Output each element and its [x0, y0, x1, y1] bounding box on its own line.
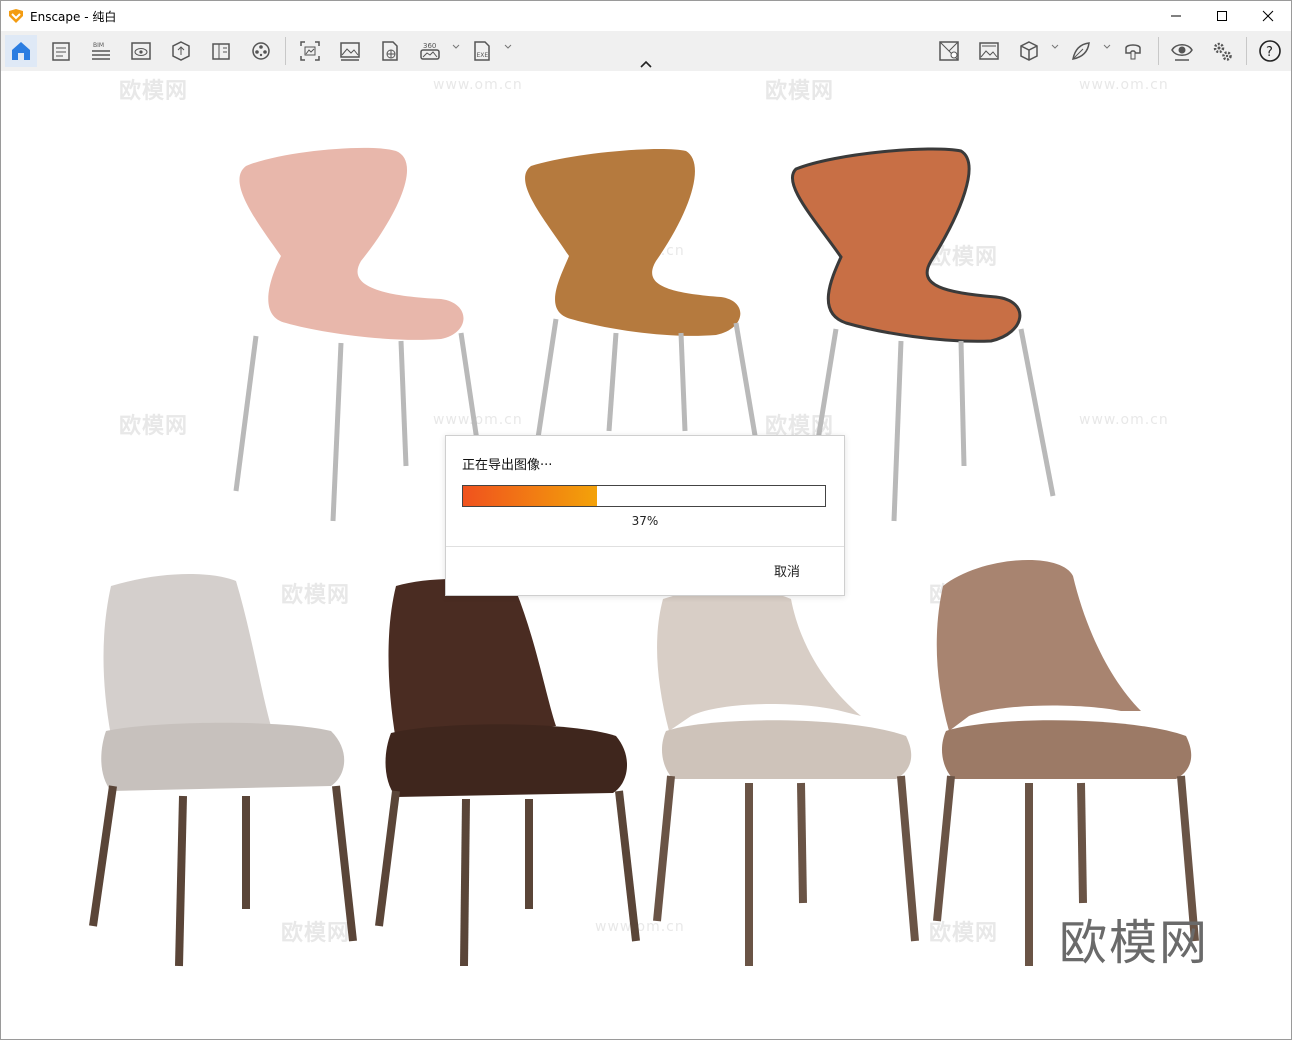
cancel-button[interactable]: 取消	[774, 561, 800, 580]
minimize-icon	[1171, 15, 1181, 17]
enscape-logo-icon	[9, 9, 23, 23]
progress-percent: 37%	[631, 514, 659, 528]
minimize-button[interactable]	[1153, 1, 1199, 31]
web-standalone-icon	[382, 41, 398, 61]
cube-view-icon	[1020, 41, 1038, 61]
progress-fill	[463, 486, 597, 506]
material-editor-icon	[212, 43, 230, 60]
close-button[interactable]	[1245, 1, 1291, 31]
video-editor-icon	[252, 42, 270, 60]
enscape-window: Enscape - 纯白 BIM 360 EXE ? 欧模网 www.om.cn…	[0, 0, 1292, 1040]
svg-text:?: ?	[1266, 45, 1273, 60]
home-button[interactable]	[5, 35, 37, 67]
chair-grey	[89, 574, 357, 967]
svg-text:BIM: BIM	[93, 42, 104, 49]
chevron-down-icon[interactable]	[1051, 43, 1059, 51]
cube-view-button[interactable]	[1013, 35, 1045, 67]
toolbar-divider	[285, 37, 286, 65]
batch-render-icon	[340, 42, 360, 61]
settings-button[interactable]	[1206, 35, 1238, 67]
eye-visual-settings-icon	[1171, 44, 1193, 61]
window-title: Enscape - 纯白	[30, 10, 117, 24]
home-icon	[12, 42, 30, 60]
document-settings-icon	[52, 42, 70, 61]
export-progress-dialog: 正在导出图像··· 37% 取消	[445, 435, 845, 596]
eye-visual-settings-button[interactable]	[1166, 35, 1198, 67]
toolbar-divider	[1158, 37, 1159, 65]
feather-light-button[interactable]	[1065, 35, 1097, 67]
chevron-down-icon[interactable]	[504, 43, 512, 51]
toolbar: BIM 360 EXE ?	[1, 31, 1291, 71]
chevron-down-icon[interactable]	[1103, 43, 1111, 51]
progress-bar	[462, 485, 826, 507]
render-screenshot-button[interactable]	[294, 35, 326, 67]
visual-preview-icon	[131, 42, 151, 60]
vr-headset-button[interactable]	[1117, 35, 1149, 67]
batch-render-button[interactable]	[334, 35, 366, 67]
help-button[interactable]: ?	[1254, 35, 1286, 67]
chair-brown	[375, 579, 640, 967]
close-icon	[1262, 10, 1274, 22]
help-icon: ?	[1259, 40, 1281, 62]
dialog-divider	[446, 546, 844, 547]
feather-light-icon	[1072, 42, 1090, 60]
bim-icon: BIM	[92, 42, 110, 60]
maximize-button[interactable]	[1199, 1, 1245, 31]
svg-text:EXE: EXE	[477, 52, 489, 59]
collapse-toolbar-icon[interactable]	[638, 59, 654, 71]
video-editor-button[interactable]	[245, 35, 277, 67]
maximize-icon	[1217, 11, 1227, 21]
chevron-down-icon[interactable]	[452, 43, 460, 51]
render-screenshot-icon	[300, 41, 320, 61]
settings-gears-icon	[1213, 42, 1232, 61]
toolbar-divider	[1246, 37, 1247, 65]
view-management-button[interactable]	[933, 35, 965, 67]
vr-headset-icon	[1125, 44, 1141, 60]
chair-cream	[653, 589, 919, 966]
render-360-button[interactable]: 360	[414, 35, 446, 67]
capture-image-icon	[979, 42, 999, 60]
export-exe-button[interactable]: EXE	[466, 35, 498, 67]
visual-preview-button[interactable]	[125, 35, 157, 67]
brand-watermark: 欧模网	[1059, 915, 1210, 971]
asset-library-button[interactable]	[165, 35, 197, 67]
web-standalone-button[interactable]	[374, 35, 406, 67]
chair-wood	[525, 148, 764, 472]
material-editor-button[interactable]	[205, 35, 237, 67]
export-exe-icon: EXE	[474, 41, 490, 61]
capture-image-button[interactable]	[973, 35, 1005, 67]
document-settings-button[interactable]	[45, 35, 77, 67]
asset-library-icon	[172, 41, 190, 61]
title-bar: Enscape - 纯白	[1, 1, 1291, 31]
view-management-icon	[939, 41, 959, 61]
render-360-icon: 360	[420, 42, 440, 60]
svg-text:360: 360	[423, 42, 436, 50]
dialog-title: 正在导出图像···	[462, 458, 553, 473]
bim-button[interactable]: BIM	[85, 35, 117, 67]
